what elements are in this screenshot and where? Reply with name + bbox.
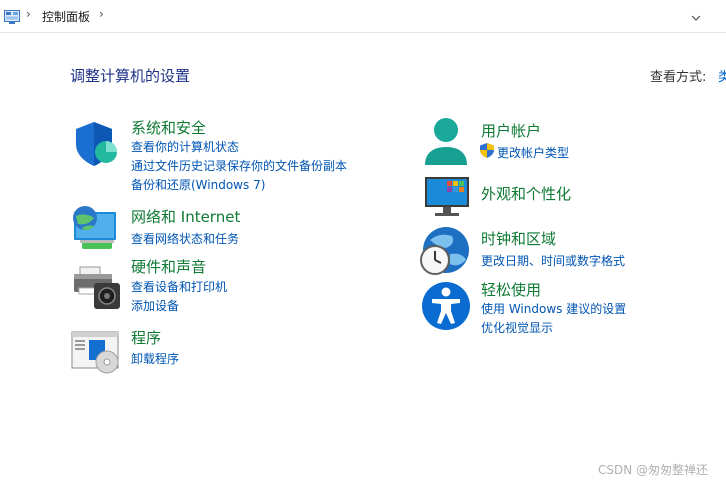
category-system-security[interactable]: 系统和安全	[131, 117, 206, 138]
link-view-computer-status[interactable]: 查看你的计算机状态	[131, 138, 239, 155]
link-change-account-type[interactable]: 更改帐户类型	[497, 144, 569, 161]
category-clock-region[interactable]: 时钟和区域	[481, 228, 556, 249]
network-globe-icon[interactable]	[70, 204, 120, 256]
programs-icon[interactable]	[71, 330, 123, 378]
monitor-icon[interactable]	[423, 175, 471, 221]
view-by-label: 查看方式:	[650, 70, 707, 85]
category-hardware-sound[interactable]: 硬件和声音	[131, 256, 206, 277]
link-backup-restore[interactable]: 备份和还原(Windows 7)	[131, 176, 265, 193]
chevron-right-icon[interactable]: ›	[26, 7, 31, 21]
link-devices-printers[interactable]: 查看设备和打印机	[131, 278, 227, 295]
address-bar: › 控制面板 ›	[0, 0, 726, 33]
accessibility-icon[interactable]	[421, 281, 471, 335]
user-icon[interactable]	[423, 117, 469, 173]
breadcrumb-control-panel[interactable]: 控制面板	[42, 8, 90, 25]
category-appearance-personalization[interactable]: 外观和个性化	[481, 183, 571, 204]
link-change-date-time-format[interactable]: 更改日期、时间或数字格式	[481, 252, 625, 269]
category-ease-of-access[interactable]: 轻松使用	[481, 279, 541, 300]
link-uninstall-program[interactable]: 卸载程序	[131, 350, 179, 367]
control-panel-icon[interactable]	[4, 9, 20, 24]
chevron-right-icon[interactable]: ›	[99, 7, 104, 21]
shield-icon[interactable]	[72, 120, 120, 172]
category-programs[interactable]: 程序	[131, 327, 161, 348]
link-file-history[interactable]: 通过文件历史记录保存你的文件备份副本	[131, 157, 347, 174]
link-optimize-visual-display[interactable]: 优化视觉显示	[481, 319, 553, 336]
link-network-status[interactable]: 查看网络状态和任务	[131, 230, 239, 247]
view-by-dropdown[interactable]: 类	[718, 66, 726, 85]
category-user-accounts[interactable]: 用户帐户	[481, 120, 541, 141]
watermark-text: CSDN @匆匆整禅还	[598, 463, 709, 477]
chevron-down-icon[interactable]	[689, 10, 703, 24]
page-title: 调整计算机的设置	[70, 67, 191, 85]
uac-shield-icon	[480, 143, 494, 162]
link-recommended-settings[interactable]: 使用 Windows 建议的设置	[481, 300, 626, 317]
link-add-device[interactable]: 添加设备	[131, 297, 179, 314]
control-panel-window: › 控制面板 › 调整计算机的设置 查看方式: 类 系统和安全 查看你的计算机状…	[0, 0, 726, 482]
clock-globe-icon[interactable]	[420, 226, 472, 280]
category-network-internet[interactable]: 网络和 Internet	[131, 206, 240, 227]
printer-speaker-icon[interactable]	[72, 265, 122, 315]
